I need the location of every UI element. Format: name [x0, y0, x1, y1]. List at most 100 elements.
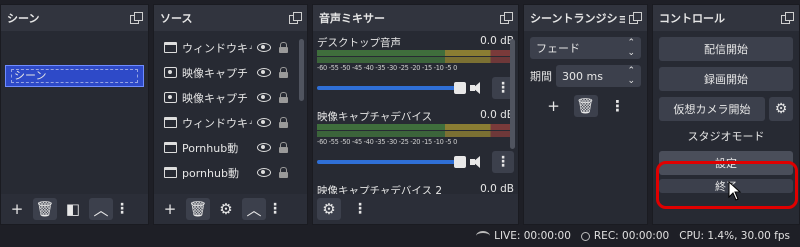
scenes-toolbar: + 🗑 ◧ ︿ ⋮ [1, 194, 148, 224]
remove-source-button[interactable]: 🗑 [186, 198, 210, 220]
source-name: 映像キャプチ [182, 91, 248, 105]
camera-icon [164, 67, 177, 78]
transition-menu-button[interactable]: ⋮ [606, 95, 630, 117]
remove-transition-button[interactable]: 🗑 [573, 95, 598, 117]
lock-icon[interactable] [279, 142, 288, 153]
audio-mixer-dock: 音声ミキサー デスクトップ音声 0.0 dB -60 -55 -50 -45 -… [312, 4, 519, 225]
duration-spinbox[interactable]: 300 ms ⌃ ⌄ [556, 65, 641, 87]
chevron-updown-icon: ⌃ ⌄ [627, 38, 635, 58]
lock-icon[interactable] [279, 117, 288, 128]
window-capture-icon [164, 142, 177, 153]
mixer-channel: 映像キャプチャデバイス 0.0 dB -60 -55 -50 -45 -40 -… [313, 99, 518, 173]
lock-icon[interactable] [279, 92, 288, 103]
volume-slider[interactable] [317, 156, 466, 168]
sources-title: ソース [160, 12, 193, 25]
visibility-eye-icon[interactable] [257, 118, 271, 127]
move-scene-up-button[interactable]: ︿ [89, 198, 113, 220]
scene-label: シーン [11, 69, 138, 83]
scene-filters-button[interactable]: ◧ [61, 198, 85, 220]
live-timer: LIVE: 00:00:00 [494, 230, 571, 242]
undock-icon[interactable] [781, 12, 794, 24]
transitions-title: シーントランジション [530, 12, 625, 25]
scene-list-item[interactable]: シーン [5, 65, 144, 87]
more-options-icon[interactable]: ⋮ [268, 198, 282, 220]
add-transition-button[interactable]: + [542, 95, 566, 117]
settings-highlight [656, 161, 798, 209]
lock-icon[interactable] [279, 67, 288, 78]
volume-slider[interactable] [317, 82, 466, 94]
source-name: ウィンドウキャ [182, 41, 252, 55]
source-name: 映像キャプチ [182, 66, 248, 80]
start-virtual-camera-button[interactable]: 仮想カメラ開始 [659, 97, 765, 121]
transition-select[interactable]: フェード ⌃ ⌄ [530, 37, 641, 59]
studio-mode-button[interactable]: スタジオモード [659, 125, 793, 147]
rec-timer: REC: 00:00:00 [593, 230, 670, 242]
mixer-channel: デスクトップ音声 0.0 dB -60 -55 -50 -45 -40 -35 … [313, 31, 518, 99]
source-properties-gear-icon[interactable]: ⚙ [214, 198, 238, 220]
advanced-audio-gear-icon[interactable]: ⚙ [317, 198, 341, 220]
virtual-camera-gear-icon[interactable]: ⚙ [769, 97, 793, 121]
channel-menu-button[interactable]: ⋮ [492, 151, 514, 173]
window-capture-icon [164, 167, 177, 178]
visibility-eye-icon[interactable] [257, 168, 271, 177]
source-name: Pornhub動 [182, 141, 239, 155]
channel-db: 0.0 dB [480, 109, 514, 121]
meter-ticks: -60 -55 -50 -45 -40 -35 -30 -25 -20 -15 … [317, 64, 457, 72]
move-source-up-button[interactable]: ︿ [242, 198, 266, 220]
volume-meter [317, 124, 514, 130]
undock-icon[interactable] [130, 12, 143, 24]
visibility-eye-icon[interactable] [257, 43, 271, 52]
transitions-dock: シーントランジション フェード ⌃⌄ 期間 300 ms ⌃⌄ + 🗑 ⋮ [523, 4, 648, 225]
scenes-header: シーン [1, 5, 148, 31]
sources-list: ウィンドウキャ 映像キャプチ 映像キャプチ ウィンドウキャ Pornhub動 p… [154, 31, 307, 185]
source-item[interactable]: pornhub動 [154, 160, 307, 185]
transition-value: フェード [536, 42, 580, 55]
scenes-title: シーン [7, 12, 40, 25]
mouse-cursor-icon [728, 181, 742, 201]
more-options-icon[interactable]: ⋮ [115, 198, 129, 220]
spin-arrows-icon[interactable]: ⌃ ⌄ [627, 66, 635, 86]
mixer-title: 音声ミキサー [319, 12, 385, 25]
undock-icon[interactable] [629, 12, 642, 24]
lock-icon[interactable] [279, 42, 288, 53]
source-item[interactable]: ウィンドウキャ [154, 35, 307, 60]
volume-meter [317, 131, 514, 137]
visibility-eye-icon[interactable] [257, 93, 271, 102]
mixer-toolbar: ⚙ ⋮ [313, 194, 518, 224]
add-scene-button[interactable]: + [5, 198, 29, 220]
lock-icon[interactable] [279, 167, 288, 178]
source-item[interactable]: ウィンドウキャ [154, 110, 307, 135]
speaker-icon[interactable] [470, 155, 486, 169]
record-icon [580, 231, 590, 241]
channel-db: 0.0 dB [480, 35, 514, 47]
channel-name: 映像キャプチャデバイス [317, 111, 433, 123]
sources-dock: ソース ウィンドウキャ 映像キャプチ 映像キャプチ ウィンドウキャ Pornhu… [153, 4, 308, 225]
controls-title: コントロール [659, 12, 725, 25]
undock-icon[interactable] [289, 12, 302, 24]
visibility-eye-icon[interactable] [257, 68, 271, 77]
start-streaming-button[interactable]: 配信開始 [659, 37, 793, 61]
add-source-button[interactable]: + [158, 198, 182, 220]
remove-scene-button[interactable]: 🗑 [33, 198, 57, 220]
sources-scrollbar[interactable] [299, 39, 304, 101]
source-item[interactable]: 映像キャプチ [154, 60, 307, 85]
source-item[interactable]: Pornhub動 [154, 135, 307, 160]
sources-toolbar: + 🗑 ⚙ ︿ ⋮ [154, 194, 307, 224]
visibility-eye-icon[interactable] [257, 143, 271, 152]
more-options-icon[interactable]: ⋮ [353, 198, 367, 220]
source-name: ウィンドウキャ [182, 116, 252, 130]
start-recording-button[interactable]: 録画開始 [659, 67, 793, 91]
volume-meter [317, 57, 514, 63]
scenes-dock: シーン シーン + 🗑 ◧ ︿ ⋮ [0, 4, 149, 225]
status-bar: LIVE: 00:00:00 REC: 00:00:00 CPU: 1.4%, … [0, 225, 800, 247]
source-item[interactable]: 映像キャプチ [154, 85, 307, 110]
transitions-header: シーントランジション [524, 5, 647, 31]
mixer-header: 音声ミキサー [313, 5, 518, 31]
camera-icon [164, 92, 177, 103]
sources-header: ソース [154, 5, 307, 31]
undock-icon[interactable] [500, 12, 513, 24]
network-icon [476, 231, 491, 241]
mixer-scrollbar[interactable] [510, 39, 515, 149]
volume-meter [317, 50, 514, 56]
speaker-icon[interactable] [470, 81, 486, 95]
